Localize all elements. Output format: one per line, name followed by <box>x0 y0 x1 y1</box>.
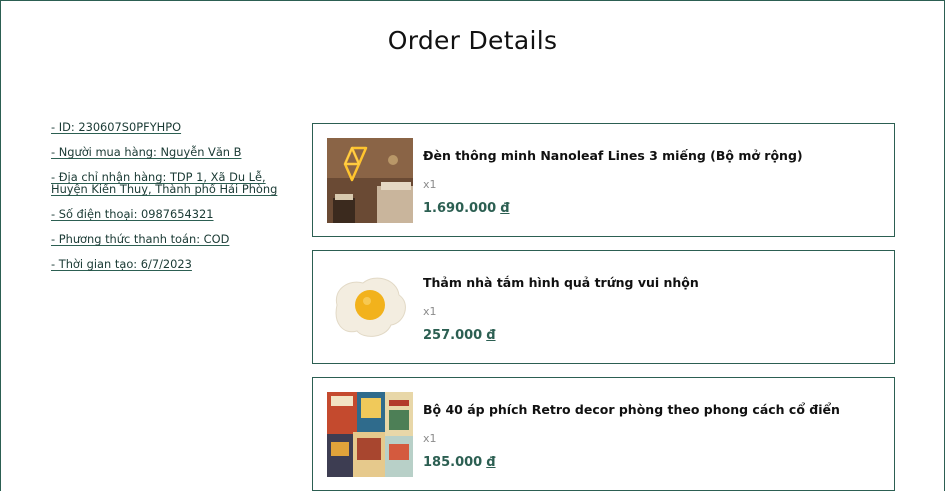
order-id-link[interactable]: - ID: 230607S0PFYHPO <box>51 121 286 133</box>
currency-symbol: đ <box>486 328 496 343</box>
currency-symbol: đ <box>500 201 510 216</box>
created-time-link[interactable]: - Thời gian tạo: 6/7/2023 <box>51 258 286 270</box>
page-title: Order Details <box>387 26 558 55</box>
phone-link[interactable]: - Số điện thoại: 0987654321 <box>51 208 286 220</box>
product-quantity: x1 <box>423 305 437 318</box>
price-value: 1.690.000 <box>423 201 497 216</box>
order-item-card[interactable]: Thảm nhà tắm hình quả trứng vui nhộn x1 … <box>312 250 895 364</box>
egg-rug-image <box>327 265 413 350</box>
nanoleaf-lamp-image <box>327 138 413 223</box>
product-name[interactable]: Thảm nhà tắm hình quả trứng vui nhộn <box>423 275 699 290</box>
buyer-link[interactable]: - Người mua hàng: Nguyễn Văn B <box>51 146 286 158</box>
product-quantity: x1 <box>423 178 437 191</box>
order-item-card[interactable]: Bộ 40 áp phích Retro decor phòng theo ph… <box>312 377 895 491</box>
product-price: 257.000 đ <box>423 328 496 343</box>
product-price: 1.690.000 đ <box>423 201 510 216</box>
currency-symbol: đ <box>486 455 496 470</box>
product-price: 185.000 đ <box>423 455 496 470</box>
price-value: 257.000 <box>423 328 483 343</box>
product-name[interactable]: Bộ 40 áp phích Retro decor phòng theo ph… <box>423 402 840 417</box>
price-value: 185.000 <box>423 455 483 470</box>
payment-method-link[interactable]: - Phương thức thanh toán: COD <box>51 233 286 245</box>
address-link[interactable]: - Địa chỉ nhận hàng: TDP 1, Xã Du Lễ, Hu… <box>51 171 286 195</box>
retro-posters-image <box>327 392 413 477</box>
product-name[interactable]: Đèn thông minh Nanoleaf Lines 3 miếng (B… <box>423 148 803 163</box>
order-info-panel: - ID: 230607S0PFYHPO - Người mua hàng: N… <box>51 121 286 283</box>
order-items-list: Đèn thông minh Nanoleaf Lines 3 miếng (B… <box>312 123 895 504</box>
product-quantity: x1 <box>423 432 437 445</box>
order-item-card[interactable]: Đèn thông minh Nanoleaf Lines 3 miếng (B… <box>312 123 895 237</box>
